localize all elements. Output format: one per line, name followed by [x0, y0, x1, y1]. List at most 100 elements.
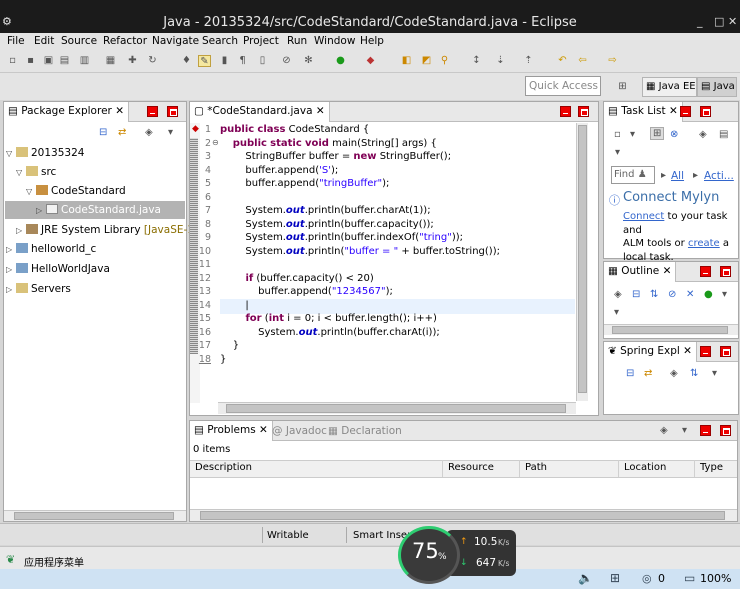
refresh-icon[interactable]: ↻: [146, 55, 159, 67]
focus-icon[interactable]: ◈: [614, 289, 622, 300]
view-menu-icon[interactable]: ▾: [712, 368, 717, 379]
collapse-all-icon[interactable]: ⊟: [99, 127, 107, 138]
external-tools-icon[interactable]: ◆: [364, 55, 377, 67]
close-tab-icon[interactable]: ✕: [663, 265, 672, 277]
hide-static-icon[interactable]: ✕: [686, 289, 694, 300]
horizontal-scrollbar[interactable]: [218, 402, 576, 414]
maximize-panel-button[interactable]: [578, 106, 589, 117]
collapse-all-icon[interactable]: ⊟: [632, 289, 640, 300]
menu-refactor[interactable]: Refactor: [103, 35, 147, 47]
tab-package-explorer[interactable]: ▤ Package Explorer ✕: [4, 102, 129, 122]
menu-run[interactable]: Run: [287, 35, 307, 47]
collapse-all-icon[interactable]: ⊟: [626, 368, 634, 379]
next-icon[interactable]: ▸: [661, 170, 666, 181]
skip-breakpoints-icon[interactable]: ⊘: [280, 55, 293, 67]
hide-nonpublic-icon[interactable]: ●: [704, 289, 713, 300]
maximize-panel-button[interactable]: [720, 346, 731, 357]
maximize-panel-button[interactable]: [720, 266, 731, 277]
perspective-java-ee[interactable]: ▦ Java EE: [642, 77, 697, 97]
categorized-icon[interactable]: ⊞: [650, 127, 665, 140]
restore-window-button[interactable]: □: [714, 15, 724, 28]
close-tab-icon[interactable]: ✕: [683, 345, 692, 357]
menu-edit[interactable]: Edit: [34, 35, 54, 47]
maximize-panel-button[interactable]: [700, 106, 711, 117]
scrollbar-thumb[interactable]: [612, 326, 728, 334]
expand-icon[interactable]: ▽: [26, 187, 36, 196]
tree-item-servers[interactable]: ▷ Servers: [6, 280, 71, 298]
hide-fields-icon[interactable]: ⊘: [668, 289, 676, 300]
minimize-window-button[interactable]: _: [697, 15, 703, 28]
tree-item-java-file[interactable]: ▷ CodeStandard.java: [5, 201, 185, 219]
column-resource[interactable]: Resource: [443, 460, 520, 477]
print-icon[interactable]: ▤: [58, 55, 71, 67]
outline-menu-icon[interactable]: ▾: [614, 307, 619, 318]
expand-icon[interactable]: ▷: [36, 206, 46, 215]
tab-spring-explorer[interactable]: ❦ Spring Expl ✕: [604, 342, 697, 362]
save-all-icon[interactable]: ▣: [42, 55, 55, 67]
minimize-panel-button[interactable]: [680, 106, 691, 117]
perspective-java[interactable]: ▤ Java: [697, 77, 737, 97]
column-location[interactable]: Location: [619, 460, 695, 477]
focus-icon[interactable]: ◈: [670, 368, 678, 379]
tab-javadoc[interactable]: @ Javadoc: [272, 425, 327, 437]
terminal-icon[interactable]: ▥: [78, 55, 91, 67]
all-link[interactable]: All: [671, 170, 684, 182]
debug-icon[interactable]: ✻: [302, 55, 315, 67]
annotation-icon[interactable]: ↕: [470, 55, 483, 67]
scheduled-icon[interactable]: ⊗: [670, 129, 678, 140]
menu-project[interactable]: Project: [243, 35, 279, 47]
create-link[interactable]: create: [688, 238, 720, 249]
minimize-panel-button[interactable]: [700, 346, 711, 357]
link-editor-icon[interactable]: ⇄: [118, 127, 126, 138]
scrollbar-thumb[interactable]: [578, 125, 587, 393]
scrollbar-thumb[interactable]: [200, 511, 725, 520]
new-java-project-icon[interactable]: ✚: [126, 55, 139, 67]
close-tab-icon[interactable]: ✕: [316, 105, 325, 117]
horizontal-scrollbar[interactable]: [604, 324, 738, 335]
menu-source[interactable]: Source: [61, 35, 97, 47]
focus-icon[interactable]: ◈: [660, 425, 668, 436]
warning-marker-icon[interactable]: ◆: [192, 124, 199, 134]
tree-item-project[interactable]: ▽ 20135324: [6, 144, 84, 162]
last-edit-icon[interactable]: ↶: [556, 55, 569, 67]
show-whitespace-icon[interactable]: ¶: [236, 55, 249, 67]
open-type-icon[interactable]: ◧: [400, 55, 413, 67]
toggle-mark-icon[interactable]: ♦: [180, 55, 193, 67]
vertical-scrollbar[interactable]: [576, 123, 588, 401]
tree-item-jre[interactable]: ▷ JRE System Library [JavaSE-1.7]: [16, 221, 208, 239]
expand-icon[interactable]: ▷: [16, 226, 26, 235]
connect-link[interactable]: Connect: [623, 211, 664, 222]
network-icon[interactable]: ⊞: [610, 571, 620, 585]
run-icon[interactable]: ●: [334, 55, 347, 67]
block-icon[interactable]: ▮: [218, 55, 231, 67]
column-path[interactable]: Path: [520, 460, 619, 477]
menu-search[interactable]: Search: [202, 35, 238, 47]
tree-item-package[interactable]: ▽ CodeStandard: [26, 182, 126, 200]
close-tab-icon[interactable]: ✕: [115, 105, 124, 117]
menu-window[interactable]: Window: [314, 35, 355, 47]
maximize-panel-button[interactable]: [167, 106, 178, 117]
minimize-panel-button[interactable]: [700, 266, 711, 277]
horizontal-scrollbar[interactable]: [190, 509, 737, 521]
app-menu-icon[interactable]: ❦: [6, 553, 15, 566]
build-icon[interactable]: ▦: [104, 55, 117, 67]
menu-help[interactable]: Help: [360, 35, 384, 47]
tab-task-list[interactable]: ▤ Task List ✕: [604, 102, 683, 122]
tab-declaration[interactable]: ▦ Declaration: [328, 425, 402, 437]
close-tab-icon[interactable]: ✕: [259, 424, 268, 436]
tab-codestandard-java[interactable]: ▢ *CodeStandard.java ✕: [190, 102, 330, 122]
activate-link[interactable]: Acti...: [704, 170, 734, 182]
app-menu-label[interactable]: 应用程序菜单: [24, 554, 84, 569]
maximize-panel-button[interactable]: [720, 425, 731, 436]
collapse-icon[interactable]: ▤: [719, 129, 728, 140]
link-editor-icon[interactable]: ⇄: [644, 368, 652, 379]
sort-icon[interactable]: ⇅: [650, 289, 658, 300]
expand-icon[interactable]: ▽: [16, 168, 26, 177]
fold-icon[interactable]: ⊖: [212, 138, 219, 147]
view-menu-icon[interactable]: ▾: [168, 127, 173, 138]
tab-problems[interactable]: ▤ Problems ✕: [190, 421, 273, 441]
open-perspective-icon[interactable]: ⊞: [616, 81, 629, 93]
close-tab-icon[interactable]: ✕: [669, 105, 678, 117]
new-icon[interactable]: ▫: [6, 55, 19, 67]
forward-icon[interactable]: ⇨: [606, 55, 619, 67]
